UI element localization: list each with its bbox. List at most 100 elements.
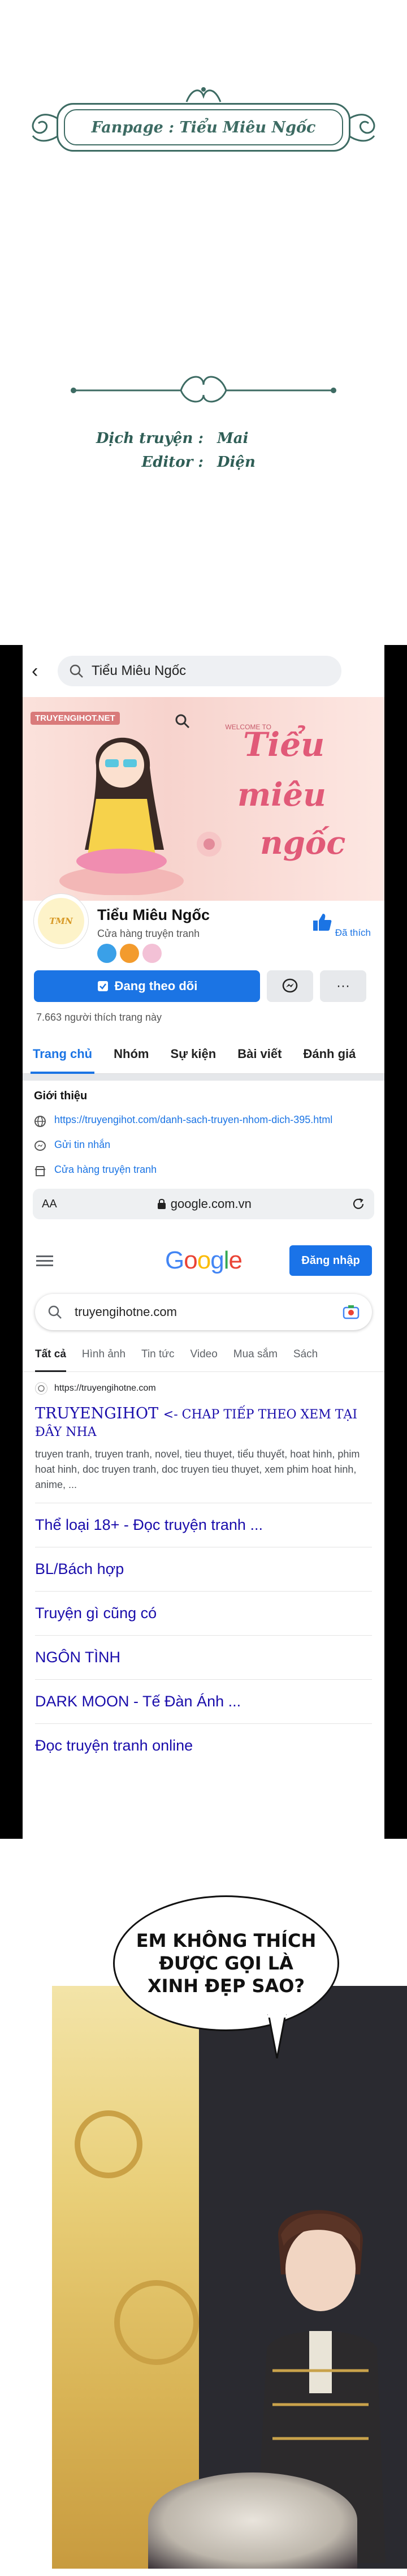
intro-title: Giới thiệu (34, 1090, 88, 1102)
badge-search-icon (97, 944, 116, 963)
translator-name: Mai (217, 430, 249, 447)
google-header: Google Đăng nhập (23, 1235, 384, 1286)
ornament-crown-icon (185, 87, 222, 102)
sitelink-item[interactable]: BL/Bách hợp (35, 1547, 372, 1591)
google-search-box[interactable]: truyengihotne.com (35, 1294, 372, 1330)
badge-fire-icon (120, 944, 139, 963)
cover-script-line-2: miêu (237, 776, 326, 814)
speech-bubble: EM KHÔNG THÍCH ĐƯỢC GỌI LÀ XINH ĐẸP SAO? (113, 1895, 339, 2031)
intro-website[interactable]: https://truyengihot.com/danh-sach-truyen… (34, 1114, 373, 1128)
facebook-top-bar: ‹ Tiểu Miêu Ngốc (23, 645, 384, 697)
sitelink-item[interactable]: Đọc truyện tranh online (35, 1723, 372, 1767)
sign-in-button[interactable]: Đăng nhập (289, 1245, 372, 1276)
globe-icon (34, 1116, 46, 1127)
speech-bubble-tail-icon (267, 2014, 287, 2059)
gtab-video[interactable]: Video (190, 1348, 218, 1361)
gtab-books[interactable]: Sách (293, 1348, 318, 1361)
following-icon (97, 981, 108, 991)
messenger-small-icon (34, 1141, 46, 1151)
speech-bubble-text: EM KHÔNG THÍCH ĐƯỢC GỌI LÀ XINH ĐẸP SAO? (136, 1930, 317, 1997)
page-actions: Đang theo dõi ··· (23, 969, 384, 1004)
hair-curl (75, 2110, 142, 2178)
gtab-all[interactable]: Tất cả (35, 1337, 66, 1372)
page-badges (97, 944, 162, 963)
browser-url-bar[interactable]: AA google.com.vn (33, 1189, 374, 1219)
editor-label: Editor : (141, 454, 204, 471)
shop-icon (34, 1166, 46, 1176)
intro-message[interactable]: Gửi tin nhắn (34, 1139, 373, 1152)
intro-message-text: Gửi tin nhắn (54, 1139, 111, 1150)
tab-events[interactable]: Sự kiện (170, 1034, 216, 1074)
sitelink-item[interactable]: NGÔN TÌNH (35, 1635, 372, 1679)
page-avatar[interactable]: TMN (34, 894, 88, 948)
page-category: Cửa hàng truyện tranh (97, 928, 200, 939)
translator-credit: Dịch truyện : Mai (73, 430, 249, 447)
tab-groups[interactable]: Nhóm (114, 1034, 149, 1074)
result-url: https://truyengihotne.com (54, 1383, 156, 1393)
lens-camera-icon[interactable] (343, 1305, 360, 1319)
comic-blonde-hair-art (52, 1986, 199, 2569)
following-button[interactable]: Đang theo dõi (34, 970, 260, 1002)
messenger-icon (282, 978, 298, 993)
intro-section: Giới thiệu https://truyengihot.com/danh-… (23, 1081, 384, 1177)
more-dots-icon: ··· (336, 978, 350, 994)
google-search-icon (48, 1305, 62, 1319)
result-snippet: truyen tranh, truyen tranh, novel, tieu … (35, 1448, 360, 1490)
facebook-search-bar[interactable]: Tiểu Miêu Ngốc (58, 656, 341, 686)
page-tabs: Trang chủ Nhóm Sự kiện Bài viết Đánh giá (23, 1034, 384, 1074)
gtab-images[interactable]: Hình ảnh (82, 1348, 125, 1361)
banner-frame: Fanpage : Tiểu Miêu Ngốc (57, 103, 350, 152)
result-title-main: TRUYENGIHOT (35, 1405, 159, 1422)
google-tabs: Tất cả Hình ảnh Tin tức Video Mua sắm Sá… (23, 1337, 384, 1372)
google-query: truyengihotne.com (75, 1305, 177, 1319)
editor-name: Diện (217, 454, 256, 471)
phone-screenshot: ‹ Tiểu Miêu Ngốc TRUYENGIHOT.NET WELCOME… (0, 645, 407, 1839)
cover-script-line-1: Tiểu (243, 725, 325, 764)
fanpage-banner: Fanpage : Tiểu Miêu Ngốc (23, 85, 384, 170)
comic-panel (52, 1986, 407, 2569)
sitelink-item[interactable]: DARK MOON - Tế Đàn Ánh ... (35, 1679, 372, 1723)
gtab-news[interactable]: Tin tức (141, 1348, 174, 1361)
back-arrow-icon[interactable]: ‹ (32, 660, 54, 682)
intro-shop-text: Cửa hàng truyện tranh (54, 1164, 157, 1175)
badge-avatar-icon (142, 944, 162, 963)
search-result: https://truyengihotne.com TRUYENGIHOT <-… (23, 1372, 384, 1493)
editor-credit: Editor : Diện (73, 454, 256, 471)
result-title[interactable]: TRUYENGIHOT <- CHAP TIẾP THEO XEM TẠI ĐÂ… (35, 1405, 372, 1440)
following-label: Đang theo dõi (114, 979, 198, 993)
sitelink-item[interactable]: Thể loại 18+ - Đọc truyện tranh ... (35, 1503, 372, 1547)
hair-curl (114, 2280, 199, 2365)
thumbs-up-icon (313, 914, 332, 931)
section-divider (23, 1074, 384, 1081)
page-name[interactable]: Tiểu Miêu Ngốc (97, 906, 210, 924)
reload-icon[interactable] (352, 1197, 365, 1211)
result-sitelinks: Thể loại 18+ - Đọc truyện tranh ... BL/B… (35, 1503, 372, 1767)
tab-home[interactable]: Trang chủ (30, 1034, 95, 1074)
search-text: Tiểu Miêu Ngốc (92, 663, 187, 678)
comic-food-plate (148, 2472, 357, 2569)
tab-reviews[interactable]: Đánh giá (303, 1034, 356, 1074)
sitelink-item[interactable]: Truyện gì cũng có (35, 1591, 372, 1635)
messenger-button[interactable] (267, 970, 313, 1002)
credits-block: Dịch truyện : Mai Editor : Diện (0, 362, 407, 487)
more-options-button[interactable]: ··· (320, 970, 366, 1002)
phone-screen: ‹ Tiểu Miêu Ngốc TRUYENGIHOT.NET WELCOME… (23, 645, 384, 1839)
result-source[interactable]: https://truyengihotne.com (35, 1382, 372, 1395)
banner-text: Fanpage : Tiểu Miêu Ngốc (91, 118, 316, 136)
cover-girl-illustration (59, 737, 184, 895)
like-button[interactable]: Đã thích (312, 912, 371, 939)
url-host: google.com.vn (157, 1197, 252, 1211)
text-size-button[interactable]: AA (42, 1198, 57, 1211)
tab-posts[interactable]: Bài viết (237, 1034, 282, 1074)
translator-label: Dịch truyện : (96, 430, 204, 447)
search-icon (70, 664, 83, 678)
intro-shop[interactable]: Cửa hàng truyện tranh (34, 1164, 373, 1177)
url-host-text: google.com.vn (170, 1197, 252, 1211)
cover-script-line-3: ngốc (260, 824, 346, 862)
page-header: TMN Tiểu Miêu Ngốc Cửa hàng truyện tranh… (23, 894, 384, 969)
menu-icon[interactable] (36, 1253, 53, 1269)
google-logo[interactable]: Google (165, 1246, 243, 1275)
gtab-shopping[interactable]: Mua sắm (233, 1348, 278, 1361)
lock-icon (157, 1199, 166, 1209)
cover-photo[interactable]: TRUYENGIHOT.NET WELCOME TO Tiểu miêu ngố… (23, 697, 384, 901)
